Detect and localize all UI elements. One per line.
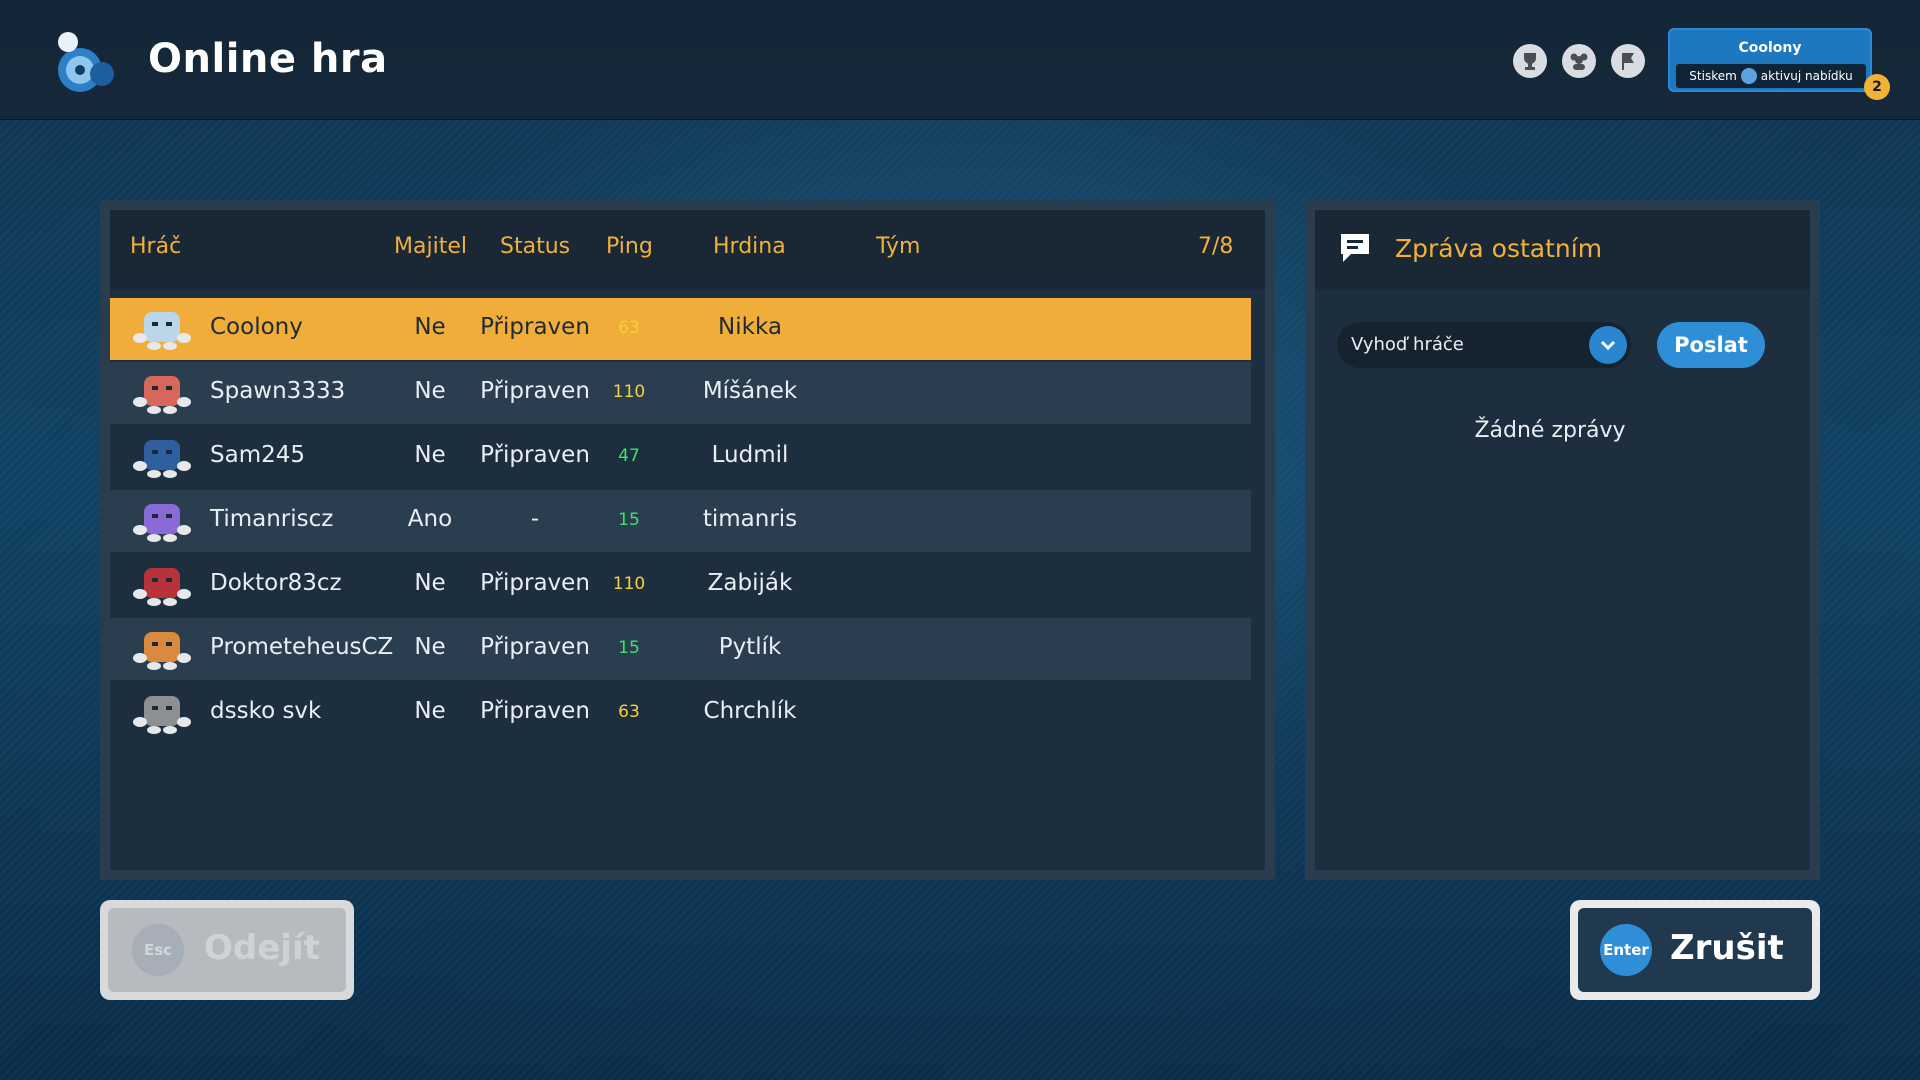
chat-title: Zpráva ostatním [1395,234,1603,263]
player-avatar-icon [133,312,191,350]
player-hero: Nikka [718,314,782,340]
chevron-down-icon[interactable] [1589,326,1627,364]
player-avatar-icon [133,632,191,670]
cancel-button-body: Enter Zrušit [1578,908,1812,992]
kick-player-dropdown[interactable]: Vyhoď hráče [1337,322,1631,368]
player-owner: Ne [414,378,446,404]
chat-header: Zpráva ostatním [1315,210,1810,290]
player-name: Spawn3333 [210,378,346,404]
chat-panel: Zpráva ostatním Vyhoď hráče Poslat Žádné… [1315,210,1810,870]
trophy-icon[interactable] [1513,44,1547,78]
player-hero: Zabiják [707,570,793,596]
kick-player-label: Vyhoď hráče [1351,334,1464,355]
player-status: Připraven [480,570,590,596]
game-logo-icon [58,32,114,92]
player-row[interactable]: Coolony Ne Připraven 63 Nikka [110,298,1251,360]
player-name: Timanriscz [210,506,334,532]
chat-bubble-icon [1341,234,1369,262]
cancel-button[interactable]: Enter Zrušit [1570,900,1820,1000]
esc-key-icon: Esc [132,924,184,976]
player-avatar-icon [133,568,191,606]
username: Coolony [1738,40,1802,56]
column-ping: Ping [606,234,653,259]
menu-hint: Stiskem aktivuj nabídku [1676,64,1866,88]
players-table-header: Hráč Majitel Status Ping Hrdina Tým 7/8 [110,210,1265,290]
player-status: - [530,506,540,532]
notification-badge[interactable]: 2 [1864,74,1890,100]
player-row[interactable]: dssko svk Ne Připraven 63 Chrchlík [110,682,1251,744]
player-row[interactable]: Timanriscz Ano - 15 timanris [110,490,1251,552]
player-ping: 15 [618,638,640,658]
column-hero: Hrdina [713,234,786,259]
leave-button[interactable]: Esc Odejít [100,900,354,1000]
column-status: Status [500,234,571,259]
player-hero: Chrchlík [703,698,797,724]
column-player: Hráč [130,234,182,259]
page-title: Online hra [148,36,388,82]
player-owner: Ne [414,314,446,340]
player-owner: Ne [414,442,446,468]
player-ping: 110 [612,574,646,594]
player-status: Připraven [480,698,590,724]
player-row[interactable]: Sam245 Ne Připraven 47 Ludmil [110,426,1251,488]
controller-button-icon [1740,68,1757,84]
no-messages-text: Žádné zprávy [1474,418,1626,443]
player-hero: Pytlík [718,634,782,660]
flag-icon[interactable] [1611,44,1645,78]
player-ping: 63 [618,702,640,722]
send-button[interactable]: Poslat [1657,322,1765,368]
player-status: Připraven [480,634,590,660]
enter-key-icon: Enter [1600,924,1652,976]
column-owner: Majitel [394,234,467,259]
player-hero: Ludmil [711,442,789,468]
player-avatar-icon [133,504,191,542]
player-name: PrometeheusCZ [210,634,394,660]
player-row[interactable]: PrometeheusCZ Ne Připraven 15 Pytlík [110,618,1251,680]
player-name: Coolony [210,314,303,340]
player-ping: 63 [618,318,640,338]
player-hero: Míšánek [702,378,798,404]
player-name: dssko svk [210,698,322,724]
player-status: Připraven [480,378,590,404]
player-ping: 110 [612,382,646,402]
hint-prefix: Stiskem [1689,69,1737,83]
player-ping: 47 [618,446,640,466]
player-owner: Ano [407,506,453,532]
player-avatar-icon [133,376,191,414]
player-owner: Ne [414,570,446,596]
player-owner: Ne [414,634,446,660]
player-status: Připraven [480,442,590,468]
user-menu[interactable]: Coolony Stiskem aktivuj nabídku [1668,28,1872,92]
player-avatar-icon [133,440,191,478]
player-status: Připraven [480,314,590,340]
player-avatar-icon [133,696,191,734]
hint-suffix: aktivuj nabídku [1760,69,1853,83]
player-row[interactable]: Spawn3333 Ne Připraven 110 Míšánek [110,362,1251,424]
column-team: Tým [876,234,921,259]
player-hero: timanris [702,506,798,532]
player-owner: Ne [414,698,446,724]
player-count: 7/8 [1198,234,1234,259]
player-row[interactable]: Doktor83cz Ne Připraven 110 Zabiják [110,554,1251,616]
player-name: Sam245 [210,442,305,468]
players-panel: Hráč Majitel Status Ping Hrdina Tým 7/8 … [110,210,1265,870]
cancel-label: Zrušit [1670,928,1784,968]
friends-icon[interactable] [1562,44,1596,78]
player-name: Doktor83cz [210,570,342,596]
leave-button-body: Esc Odejít [108,908,346,992]
top-bar: Online hra Coolony Stiskem aktivuj nabíd… [0,0,1920,120]
leave-label: Odejít [204,928,320,968]
player-ping: 15 [618,510,640,530]
